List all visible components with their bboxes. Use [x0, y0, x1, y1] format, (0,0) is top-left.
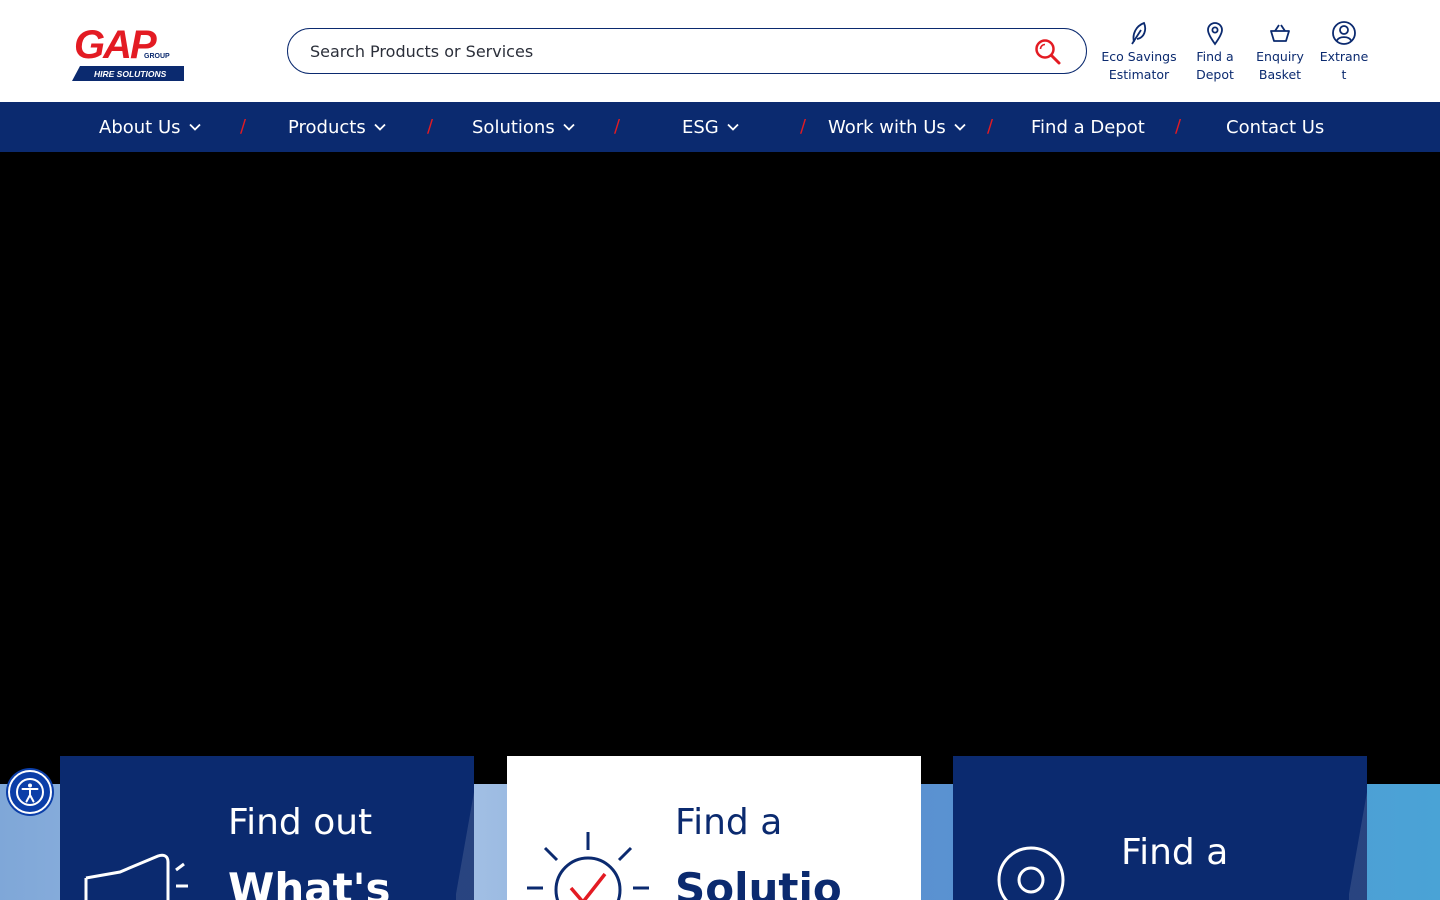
nav-label: Find a Depot: [1031, 116, 1145, 138]
nav-separator: /: [614, 116, 621, 137]
accessibility-button[interactable]: [8, 770, 52, 814]
logo-subtitle: HIRE SOLUTIONS: [94, 69, 167, 79]
chevron-down-icon: [188, 123, 201, 131]
leaf-icon: [1131, 21, 1147, 45]
nav-label: ESG: [682, 116, 719, 138]
card-whats-new[interactable]: Find out What's: [60, 756, 474, 900]
nav-label: Work with Us: [828, 116, 946, 138]
basket-label-line2: Basket: [1258, 67, 1302, 82]
nav-separator: /: [1175, 116, 1182, 137]
chevron-down-icon: [374, 123, 386, 131]
nav-item-work-with-us[interactable]: Work with Us: [828, 102, 966, 152]
eco-savings-estimator-link[interactable]: Eco Savings Estimator: [1098, 20, 1180, 86]
find-a-depot-link[interactable]: Find a Depot: [1190, 20, 1240, 86]
logo-group-text: GROUP: [144, 53, 170, 60]
depot-label-line1: Find a: [1196, 49, 1234, 64]
gap-group-logo[interactable]: GAP GROUP HIRE SOLUTIONS: [72, 20, 184, 82]
logo-wordmark: GAP: [74, 23, 157, 67]
nav-separator: /: [800, 116, 807, 137]
nav-label: Solutions: [472, 116, 555, 138]
nav-label: About Us: [99, 116, 181, 138]
card-line1: Find a: [1121, 832, 1229, 873]
card-find-a-depot[interactable]: Find a: [953, 756, 1367, 900]
card-line1: Find a: [675, 802, 783, 843]
hero-video[interactable]: [0, 152, 1440, 784]
card-line2: Solutio: [675, 864, 842, 900]
nav-label: Contact Us: [1226, 116, 1325, 138]
chevron-down-icon: [727, 123, 739, 131]
nav-item-about-us[interactable]: About Us: [99, 102, 201, 152]
extranet-link[interactable]: Extrane t: [1318, 20, 1370, 86]
extranet-label-line1: Extrane: [1319, 49, 1369, 64]
nav-item-contact-us[interactable]: Contact Us: [1226, 102, 1324, 152]
card-find-a-solution[interactable]: Find a Solutio: [507, 756, 921, 900]
basket-label-line1: Enquiry: [1256, 49, 1304, 64]
nav-item-solutions[interactable]: Solutions: [472, 102, 575, 152]
extranet-label-line2: t: [1341, 67, 1347, 82]
eco-label-line2: Estimator: [1108, 67, 1170, 82]
lightbulb-check-icon: [527, 832, 649, 900]
user-circle-icon: [1332, 21, 1356, 45]
card-line1: Find out: [228, 802, 373, 843]
map-pin-icon: [1207, 22, 1223, 46]
basket-icon: [1270, 24, 1290, 42]
site-header: GAP GROUP HIRE SOLUTIONS Eco Savings Est…: [0, 0, 1440, 102]
depot-label-line2: Depot: [1196, 67, 1234, 82]
location-target-icon: [997, 846, 1065, 900]
card-line2: What's: [228, 864, 391, 900]
eco-label-line1: Eco Savings: [1101, 49, 1177, 64]
nav-item-esg[interactable]: ESG: [682, 102, 739, 152]
search-icon[interactable]: [1034, 38, 1062, 66]
nav-separator: /: [240, 116, 247, 137]
accessibility-icon: [16, 778, 44, 806]
search-bar: [287, 28, 1087, 74]
chevron-down-icon: [563, 123, 575, 131]
megaphone-icon: [84, 853, 188, 900]
enquiry-basket-link[interactable]: Enquiry Basket: [1250, 20, 1310, 86]
nav-item-products[interactable]: Products: [288, 102, 386, 152]
main-nav: About Us / Products / Solutions / ESG / …: [0, 102, 1440, 152]
nav-item-find-a-depot[interactable]: Find a Depot: [1031, 102, 1145, 152]
search-input[interactable]: [310, 29, 1010, 73]
nav-separator: /: [427, 116, 434, 137]
chevron-down-icon: [954, 123, 966, 131]
nav-label: Products: [288, 116, 366, 138]
nav-separator: /: [987, 116, 994, 137]
